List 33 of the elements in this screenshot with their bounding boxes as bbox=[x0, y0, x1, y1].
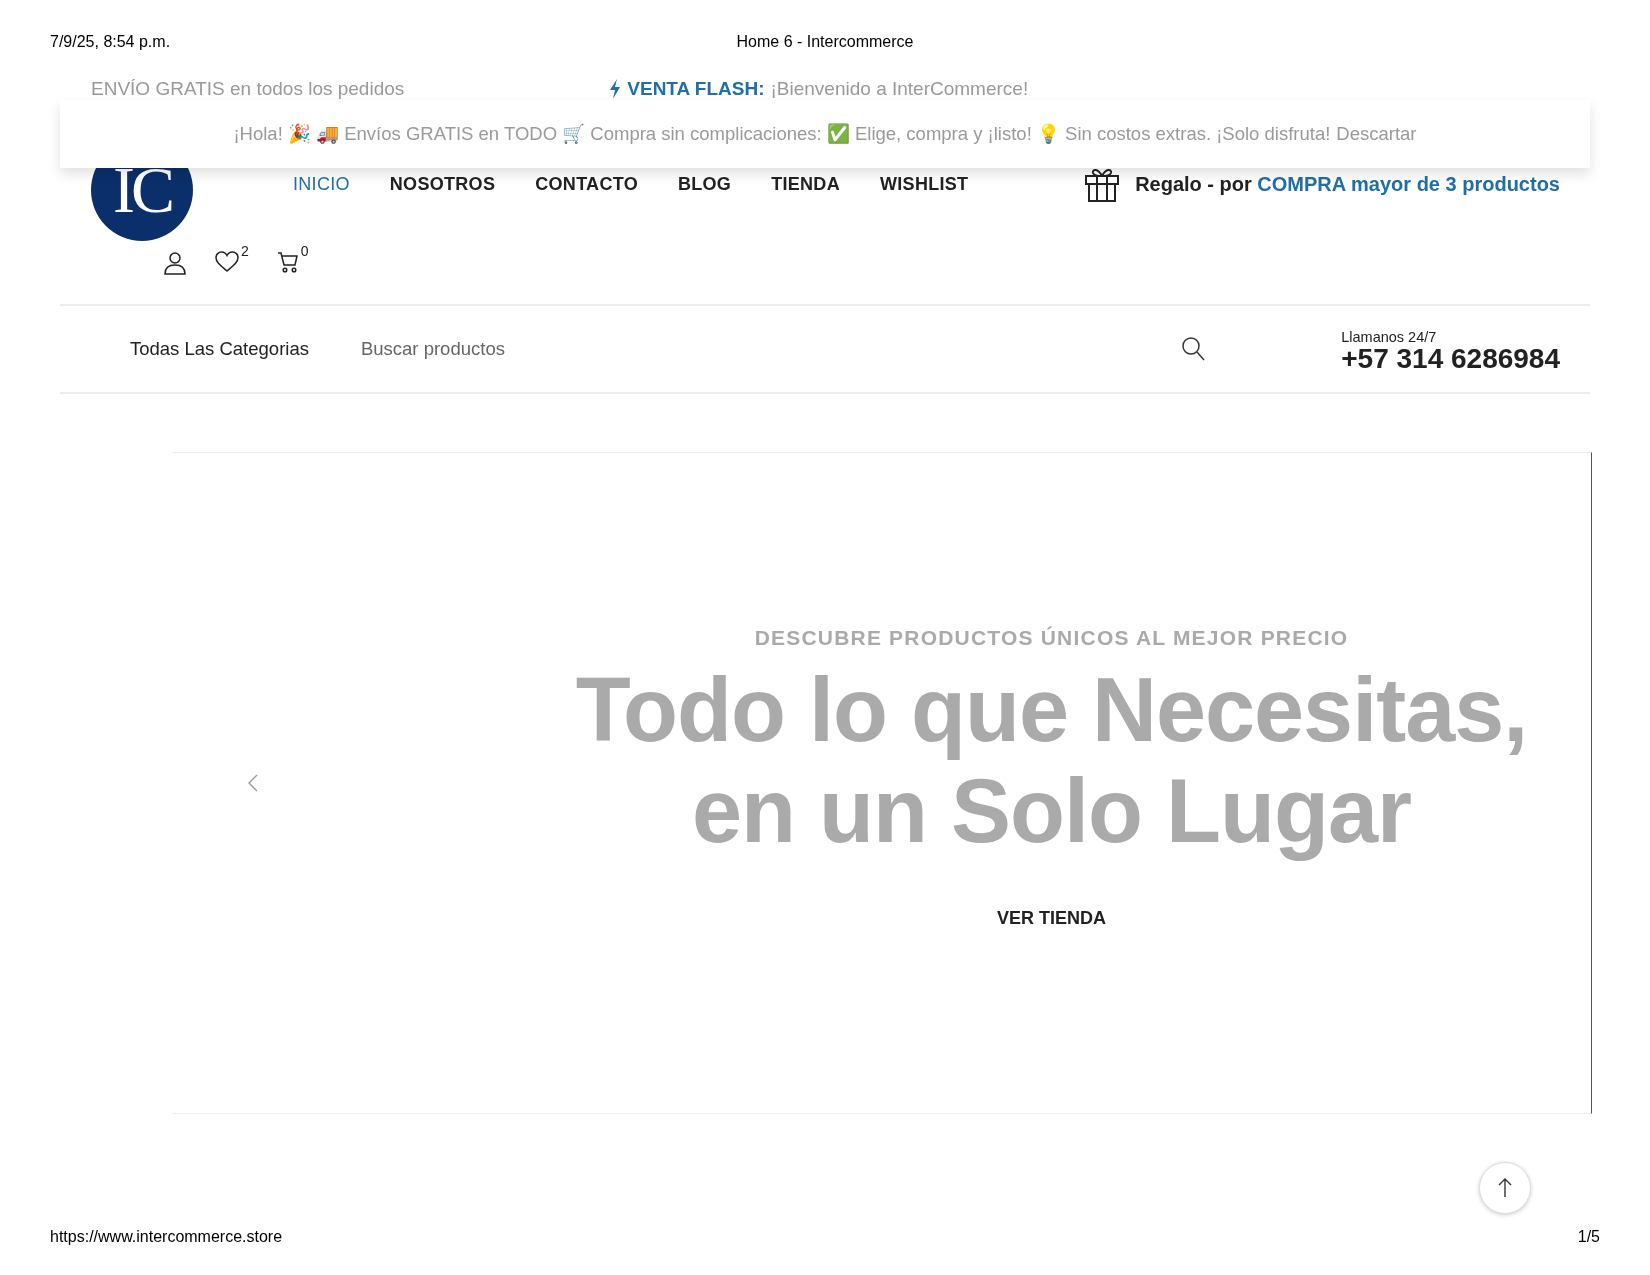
flash-sale-label: VENTA FLASH: bbox=[627, 78, 765, 100]
search-icon[interactable] bbox=[1180, 336, 1205, 362]
nav-link[interactable]: BLOG bbox=[677, 173, 732, 195]
user-icon[interactable] bbox=[163, 251, 187, 275]
arrow-up-icon bbox=[1498, 1178, 1512, 1198]
nav-link[interactable]: WISHLIST bbox=[880, 173, 969, 195]
hero-title: Todo lo que Necesitas, bbox=[575, 660, 1528, 761]
scroll-top-button[interactable] bbox=[1479, 1162, 1531, 1214]
cart-count: 0 bbox=[300, 243, 309, 259]
flash-sale-message: ¡Bienvenido a InterCommerce! bbox=[770, 78, 1029, 100]
notice-text: ¡Hola! 🎉 🚚 Envíos GRATIS en TODO 🛒 Compra sin complicaciones: ✅ Elige, compra y ¡listo! 💡 Sin costos extras. ¡Solo disfruta! bbox=[233, 123, 1331, 145]
phone-number: +57 314 6286984 bbox=[1341, 343, 1560, 375]
shop-link[interactable]: VER TIENDA bbox=[997, 908, 1106, 929]
heart-icon[interactable] bbox=[215, 251, 239, 273]
nav-link[interactable]: NOSOTROS bbox=[389, 173, 496, 195]
nav-link[interactable]: INICIO bbox=[293, 173, 350, 195]
promo-link[interactable]: COMPRA mayor de 3 productos bbox=[1257, 172, 1560, 195]
hero-subtitle: DESCUBRE PRODUCTOS ÚNICOS AL MEJOR PRECIO bbox=[753, 626, 1350, 650]
page-number: 1/5 bbox=[1577, 1228, 1600, 1246]
wishlist-count: 2 bbox=[241, 243, 249, 259]
nav-link[interactable]: CONTACTO bbox=[535, 173, 638, 195]
page-url: https://www.intercommerce.store bbox=[50, 1228, 283, 1246]
promo-text: Regalo - por COMPRA mayor de 3 productos bbox=[1135, 172, 1560, 196]
cart-icon[interactable] bbox=[276, 251, 299, 273]
page-title: Home 6 - Intercommerce bbox=[736, 33, 914, 50]
lightning-icon bbox=[609, 79, 622, 99]
shipping-message: ENVÍO GRATIS en todos los pedidos bbox=[91, 78, 405, 100]
hero-title: en un Solo Lugar bbox=[692, 761, 1411, 862]
print-date: 7/9/25, 8:54 p.m. bbox=[50, 33, 171, 51]
nav-link[interactable]: TIENDA bbox=[771, 173, 840, 195]
chevron-left-icon bbox=[248, 774, 258, 792]
phone-label: Llamanos 24/7 bbox=[1341, 329, 1438, 345]
category-dropdown[interactable]: Todas Las Categorias bbox=[130, 338, 309, 360]
